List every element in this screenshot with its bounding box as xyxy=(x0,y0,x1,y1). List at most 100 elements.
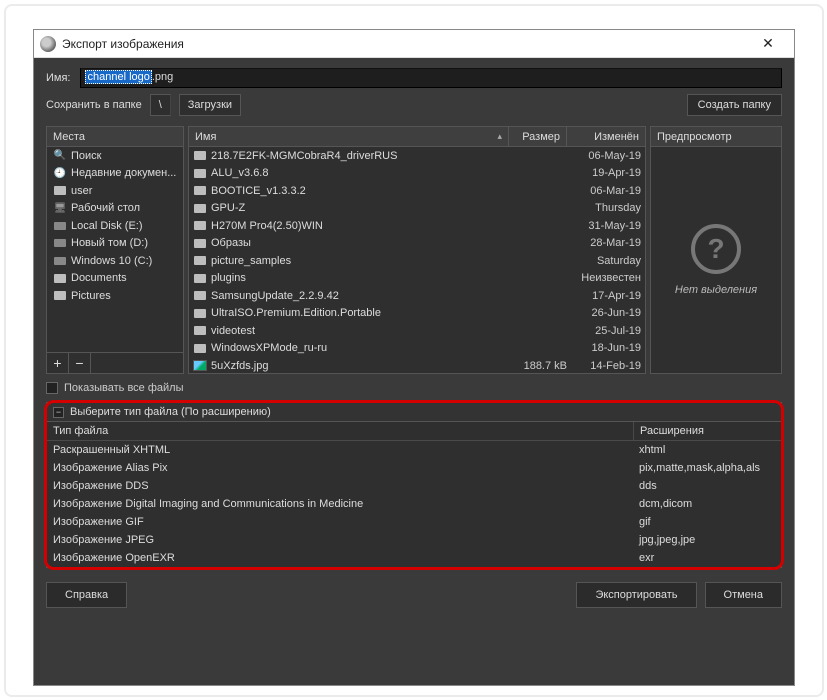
file-name: Образы xyxy=(211,237,513,249)
file-modified: 26-Jun-19 xyxy=(567,307,641,319)
file-row[interactable]: ALU_v3.6.819-Apr-19 xyxy=(189,165,645,183)
filetype-title: Выберите тип файла (По расширению) xyxy=(70,406,271,418)
name-label: Имя: xyxy=(46,72,70,84)
file-modified: 06-Mar-19 xyxy=(567,185,641,197)
filetype-name: Раскрашенный XHTML xyxy=(47,444,633,456)
window-title: Экспорт изображения xyxy=(62,37,748,51)
search-icon: 🔍 xyxy=(53,150,67,162)
drive-icon xyxy=(53,220,67,232)
file-modified: 14-Feb-19 xyxy=(567,360,641,372)
filetype-row[interactable]: Раскрашенный XHTMLxhtml xyxy=(47,441,781,459)
drive-icon xyxy=(53,255,67,267)
file-modified: 06-May-19 xyxy=(567,150,641,162)
question-icon: ? xyxy=(691,224,741,274)
file-row[interactable]: UltraISO.Premium.Edition.Portable26-Jun-… xyxy=(189,305,645,323)
places-item-label: Поиск xyxy=(71,150,177,162)
folder-icon xyxy=(193,325,207,337)
sort-caret-icon: ▴ xyxy=(497,131,502,142)
filetype-row[interactable]: Изображение Digital Imaging and Communic… xyxy=(47,495,781,513)
filetype-row[interactable]: Изображение OpenEXRexr xyxy=(47,549,781,567)
folder-icon xyxy=(53,290,67,302)
filename-extension: .png xyxy=(152,71,173,83)
places-item[interactable]: Local Disk (E:) xyxy=(47,217,183,235)
preview-panel: Предпросмотр ? Нет выделения xyxy=(650,126,782,374)
places-item[interactable]: Новый том (D:) xyxy=(47,235,183,253)
create-folder-button[interactable]: Создать папку xyxy=(687,94,782,116)
file-name: WindowsXPMode_ru-ru xyxy=(211,342,513,354)
places-item[interactable]: Pictures xyxy=(47,287,183,305)
file-modified: Неизвестен xyxy=(567,272,641,284)
file-row[interactable]: 5uXzfds.jpg188.7 kB14-Feb-19 xyxy=(189,357,645,373)
folder-icon xyxy=(193,167,207,179)
places-item-label: user xyxy=(71,185,177,197)
file-name: SamsungUpdate_2.2.9.42 xyxy=(211,290,513,302)
filetype-ext: jpg,jpeg,jpe xyxy=(633,534,781,546)
file-row[interactable]: Образы 28-Mar-19 xyxy=(189,235,645,253)
filetype-ext: exr xyxy=(633,552,781,564)
places-item[interactable]: 🖥Рабочий стол xyxy=(47,200,183,218)
file-name: GPU-Z xyxy=(211,202,513,214)
file-modified: Saturday xyxy=(567,255,641,267)
folder-icon xyxy=(193,342,207,354)
filetype-ext: gif xyxy=(633,516,781,528)
places-item[interactable]: 🕘Недавние докумен... xyxy=(47,165,183,183)
file-row[interactable]: videotest25-Jul-19 xyxy=(189,322,645,340)
filetype-name: Изображение DDS xyxy=(47,480,633,492)
filename-input[interactable]: channel logo.png xyxy=(80,68,782,88)
add-place-button[interactable]: + xyxy=(47,353,69,373)
filetype-name: Изображение Digital Imaging and Communic… xyxy=(47,498,633,510)
file-row[interactable]: H270M Pro4(2.50)WIN 31-May-19 xyxy=(189,217,645,235)
file-modified: 31-May-19 xyxy=(567,220,641,232)
preview-header: Предпросмотр xyxy=(651,127,781,146)
places-item[interactable]: user xyxy=(47,182,183,200)
save-in-label: Сохранить в папке xyxy=(46,99,142,111)
cancel-button[interactable]: Отмена xyxy=(705,582,782,608)
file-row[interactable]: SamsungUpdate_2.2.9.4217-Apr-19 xyxy=(189,287,645,305)
app-icon xyxy=(40,36,56,52)
path-folder-button[interactable]: Загрузки xyxy=(179,94,241,116)
file-row[interactable]: BOOTICE_v1.3.3.206-Mar-19 xyxy=(189,182,645,200)
col-name[interactable]: Имя▴ xyxy=(189,127,509,146)
filetype-row[interactable]: Изображение GIFgif xyxy=(47,513,781,531)
type-col-header: Тип файла xyxy=(47,422,633,440)
collapse-icon[interactable]: − xyxy=(53,407,64,418)
help-button[interactable]: Справка xyxy=(46,582,127,608)
filetype-ext: xhtml xyxy=(633,444,781,456)
filetype-row[interactable]: Изображение DDSdds xyxy=(47,477,781,495)
places-header: Места xyxy=(47,127,183,146)
filetype-row[interactable]: Изображение Alias Pixpix,matte,mask,alph… xyxy=(47,459,781,477)
file-name: H270M Pro4(2.50)WIN xyxy=(211,220,513,232)
places-item[interactable]: Documents xyxy=(47,270,183,288)
filetype-row[interactable]: Изображение JPEGjpg,jpeg,jpe xyxy=(47,531,781,549)
folder-icon xyxy=(193,185,207,197)
file-row[interactable]: WindowsXPMode_ru-ru18-Jun-19 xyxy=(189,340,645,358)
export-button[interactable]: Экспортировать xyxy=(576,582,696,608)
folder-icon xyxy=(193,150,207,162)
filename-selection: channel logo xyxy=(85,70,151,84)
col-modified[interactable]: Изменён xyxy=(567,127,645,146)
col-size[interactable]: Размер xyxy=(509,127,567,146)
show-all-label: Показывать все файлы xyxy=(64,382,183,394)
places-item-label: Pictures xyxy=(71,290,177,302)
close-button[interactable]: ✕ xyxy=(748,35,788,52)
recent-icon: 🕘 xyxy=(53,167,67,179)
file-modified: 28-Mar-19 xyxy=(567,237,641,249)
remove-place-button[interactable]: − xyxy=(69,353,91,373)
places-item-label: Documents xyxy=(71,272,177,284)
places-item[interactable]: 🔍 Поиск xyxy=(47,147,183,165)
folder-icon xyxy=(193,255,207,267)
file-name: 218.7E2FK-MGMCobraR4_driverRUS xyxy=(211,150,513,162)
filetype-ext: pix,matte,mask,alpha,als xyxy=(633,462,781,474)
filetype-header[interactable]: − Выберите тип файла (По расширению) xyxy=(47,403,781,422)
export-dialog: Экспорт изображения ✕ Имя: channel logo.… xyxy=(33,29,795,686)
file-row[interactable]: picture_samplesSaturday xyxy=(189,252,645,270)
places-item[interactable]: Windows 10 (C:) xyxy=(47,252,183,270)
file-row[interactable]: GPU-Z Thursday xyxy=(189,200,645,218)
file-row[interactable]: pluginsНеизвестен xyxy=(189,270,645,288)
file-modified: Thursday xyxy=(567,202,641,214)
files-panel: Имя▴ Размер Изменён 218.7E2FK-MGMCobraR4… xyxy=(188,126,646,374)
path-root-button[interactable]: \ xyxy=(150,94,171,116)
show-all-checkbox[interactable] xyxy=(46,382,58,394)
file-row[interactable]: 218.7E2FK-MGMCobraR4_driverRUS 06-May-19 xyxy=(189,147,645,165)
folder-icon xyxy=(193,307,207,319)
